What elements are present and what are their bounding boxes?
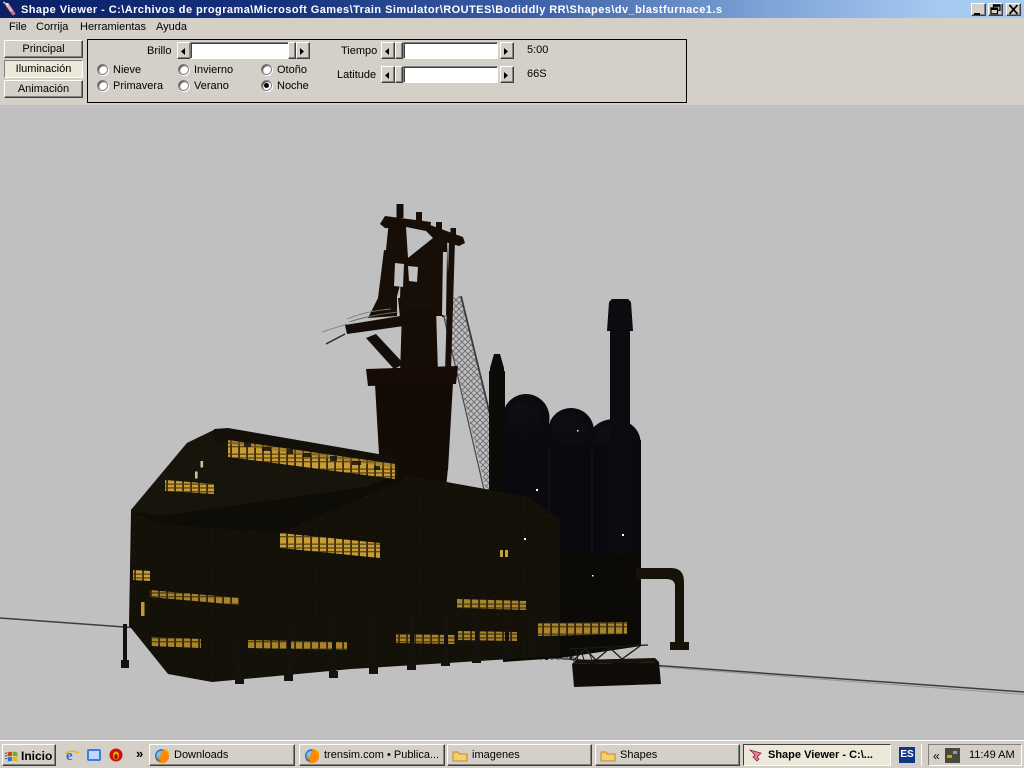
svg-text:e: e [66,748,73,763]
